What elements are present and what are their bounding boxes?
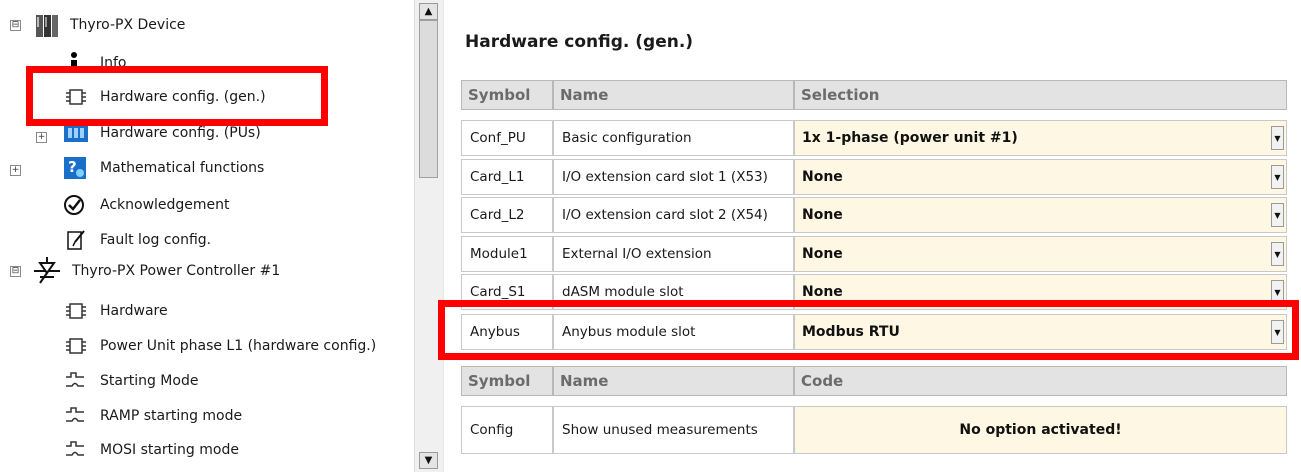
tree-item-label: Thyro-PX Power Controller #1 (72, 263, 281, 279)
navigation-tree: ⊟ Thyro-PX Device Info Hardware config. … (0, 0, 412, 472)
cell-symbol: Card_S1 (461, 274, 553, 310)
tree-item-label: Hardware config. (PUs) (100, 125, 261, 141)
dropdown-arrow-icon[interactable]: ▼ (1271, 203, 1284, 227)
selection-value: Modbus RTU (802, 324, 900, 340)
checkmark-circle-icon (62, 193, 90, 217)
selection-dropdown-card-s1[interactable]: None ▼ (794, 274, 1287, 310)
cell-name: I/O extension card slot 1 (X53) (553, 159, 794, 195)
tree-item-label: Power Unit phase L1 (hardware config.) (100, 338, 377, 354)
selection-value: None (802, 246, 843, 262)
tree-item-hardware[interactable]: Hardware (62, 296, 168, 326)
cell-symbol: Module1 (461, 236, 553, 272)
tree-item-thyro-px-power-controller[interactable]: Thyro-PX Power Controller #1 (30, 256, 280, 286)
tree-item-mathematical-functions[interactable]: ? Mathematical functions (62, 153, 264, 183)
expand-toggle[interactable]: + (36, 132, 47, 143)
selection-value: None (802, 169, 843, 185)
cell-symbol: Card_L1 (461, 159, 553, 195)
scroll-down-button[interactable]: ▼ (419, 452, 438, 469)
tree-item-info[interactable]: Info (62, 48, 127, 78)
column-header-code: Code (794, 366, 1287, 396)
cell-name: I/O extension card slot 2 (X54) (553, 197, 794, 233)
tree-item-label: Acknowledgement (100, 197, 230, 213)
tree-item-fault-log-config[interactable]: Fault log config. (62, 225, 211, 255)
cell-name: External I/O extension (553, 236, 794, 272)
code-value-cell[interactable]: No option activated! (794, 406, 1287, 454)
scroll-thumb[interactable] (419, 20, 438, 178)
tree-item-hardware-config-gen[interactable]: Hardware config. (gen.) (62, 82, 266, 112)
selection-value: None (802, 284, 843, 300)
scroll-up-button[interactable]: ▲ (419, 3, 438, 20)
tree-item-label: Info (100, 55, 127, 71)
cell-symbol: Card_L2 (461, 197, 553, 233)
column-header-name: Name (553, 366, 794, 396)
device-cabinet-icon (34, 13, 60, 37)
column-header-symbol: Symbol (461, 80, 553, 110)
collapse-toggle[interactable]: ⊟ (10, 266, 21, 277)
tree-item-starting-mode[interactable]: Starting Mode (62, 366, 198, 396)
dropdown-arrow-icon[interactable]: ▼ (1271, 280, 1284, 304)
tree-item-mosi-starting-mode[interactable]: MOSI starting mode (62, 435, 239, 465)
tree-item-label: RAMP starting mode (100, 408, 243, 424)
tree-item-ramp-starting-mode[interactable]: RAMP starting mode (62, 401, 242, 431)
tree-item-label: Mathematical functions (100, 160, 265, 176)
tree-item-label: Hardware config. (gen.) (100, 89, 266, 105)
svg-text:?: ? (68, 158, 77, 176)
chip-icon (62, 299, 90, 323)
tree-item-thyro-px-device[interactable]: Thyro-PX Device (34, 10, 185, 40)
power-units-icon (62, 121, 90, 145)
cell-name: Anybus module slot (553, 314, 794, 350)
tree-item-label: Thyro-PX Device (70, 17, 186, 33)
tree-item-label: MOSI starting mode (100, 442, 239, 458)
cell-name: Basic configuration (553, 120, 794, 156)
selection-dropdown-card-l2[interactable]: None ▼ (794, 197, 1287, 233)
waveform-icon (62, 369, 90, 393)
cell-symbol: Config (461, 406, 553, 454)
math-functions-icon: ? (62, 156, 90, 180)
expand-toggle[interactable]: + (10, 165, 21, 176)
dropdown-arrow-icon[interactable]: ▼ (1271, 165, 1284, 189)
tree-item-label: Hardware (100, 303, 168, 319)
tree-scrollbar[interactable]: ▲ ▼ (414, 0, 443, 472)
selection-value: 1x 1-phase (power unit #1) (802, 130, 1018, 146)
cell-name: dASM module slot (553, 274, 794, 310)
cell-symbol: Conf_PU (461, 120, 553, 156)
chip-icon (62, 334, 90, 358)
chip-icon (62, 85, 90, 109)
dropdown-arrow-icon[interactable]: ▼ (1271, 320, 1284, 344)
cell-symbol: Anybus (461, 314, 553, 350)
dropdown-arrow-icon[interactable]: ▼ (1271, 126, 1284, 150)
selection-dropdown-module1[interactable]: None ▼ (794, 236, 1287, 272)
dropdown-arrow-icon[interactable]: ▼ (1271, 242, 1284, 266)
cell-name: Show unused measurements (553, 406, 794, 454)
collapse-toggle[interactable]: ⊟ (10, 20, 21, 31)
tree-item-hardware-config-pus[interactable]: Hardware config. (PUs) (62, 118, 261, 148)
fault-log-icon (62, 228, 90, 252)
pane-divider[interactable] (443, 0, 444, 472)
waveform-icon (62, 404, 90, 428)
selection-value: None (802, 207, 843, 223)
tree-item-acknowledgement[interactable]: Acknowledgement (62, 190, 230, 220)
config-panel: Hardware config. (gen.) Symbol Name Sele… (438, 0, 1301, 472)
column-header-symbol: Symbol (461, 366, 553, 396)
waveform-icon (62, 438, 90, 462)
thyristor-icon (30, 257, 64, 285)
selection-dropdown-card-l1[interactable]: None ▼ (794, 159, 1287, 195)
tree-item-power-unit-phase-l1[interactable]: Power Unit phase L1 (hardware config.) (62, 331, 376, 361)
tree-item-label: Starting Mode (100, 373, 199, 389)
column-header-name: Name (553, 80, 794, 110)
selection-dropdown-anybus[interactable]: Modbus RTU ▼ (794, 314, 1287, 350)
selection-dropdown-conf-pu[interactable]: 1x 1-phase (power unit #1) ▼ (794, 120, 1287, 156)
panel-title: Hardware config. (gen.) (465, 32, 694, 52)
tree-item-label: Fault log config. (100, 232, 212, 248)
info-icon (62, 51, 90, 75)
column-header-selection: Selection (794, 80, 1287, 110)
